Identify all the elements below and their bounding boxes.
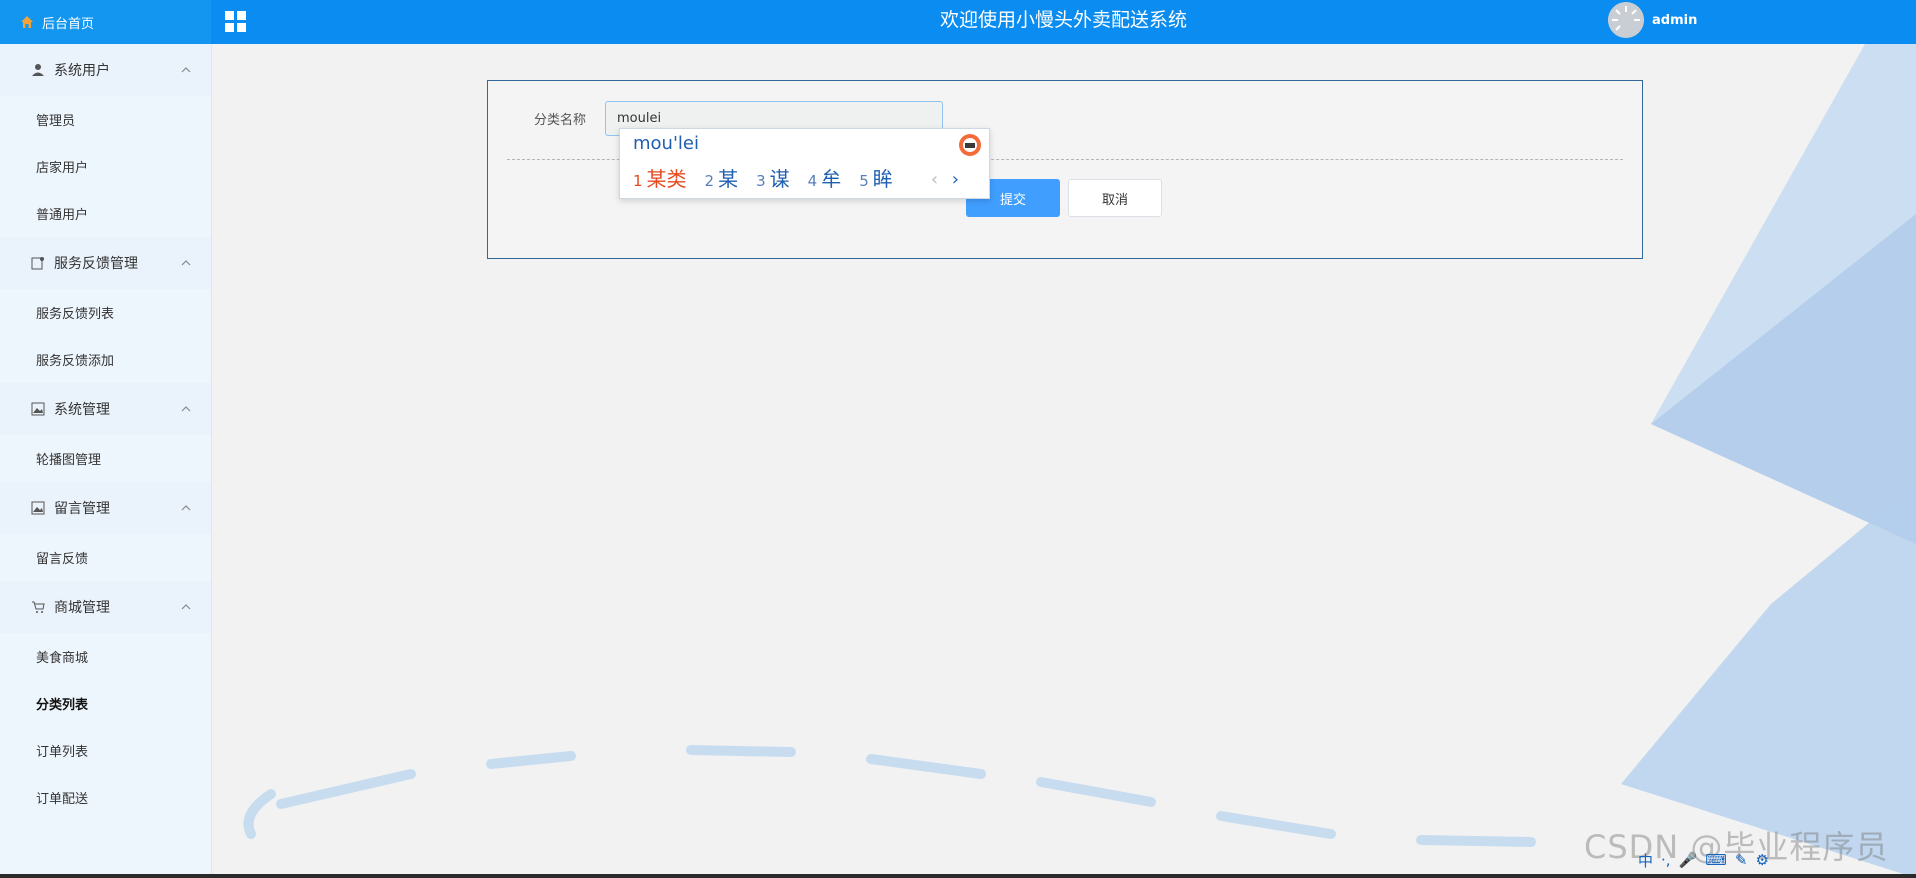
sidebar-item[interactable]: 订单配送 [0, 774, 211, 821]
sidebar-item[interactable]: 管理员 [0, 96, 211, 143]
tray-item[interactable]: ⚙ [1755, 851, 1768, 869]
top-bar: 欢迎使用小慢头外卖配送系统 admin [211, 0, 1916, 44]
ime-candidate-number: 1 [633, 172, 643, 190]
sidebar-item[interactable]: 店家用户 [0, 143, 211, 190]
ime-pinyin: mou'lei [633, 133, 699, 154]
sidebar-item[interactable]: 订单列表 [0, 727, 211, 774]
sidebar-group-label: 留言管理 [54, 501, 110, 517]
sidebar-item[interactable]: 分类列表 [0, 680, 211, 727]
image-icon [30, 401, 46, 417]
sidebar-brand-home[interactable]: 后台首页 [0, 0, 211, 44]
sidebar-group[interactable]: 留言管理 [0, 482, 211, 534]
ime-next-icon[interactable]: › [952, 169, 959, 190]
home-icon [20, 15, 34, 29]
user-icon [30, 62, 46, 78]
ime-candidate-text: 某类 [646, 167, 687, 191]
ime-prev-icon[interactable]: ‹ [931, 169, 938, 190]
ime-candidate[interactable]: 3谋 [756, 163, 790, 192]
ime-candidate-number: 2 [704, 172, 715, 190]
tray-item[interactable]: 🎤 [1679, 851, 1698, 869]
avatar[interactable] [1608, 2, 1644, 38]
ime-candidate-popup: mou'lei 1 某类 2 某 3 谋 4 牟 5 眸 ‹ › [619, 128, 990, 199]
ime-candidate-text: 眸 [872, 167, 893, 191]
feedback-icon [30, 255, 46, 271]
sidebar-group-label: 商城管理 [54, 600, 110, 616]
ime-candidate[interactable]: 4牟 [808, 163, 842, 192]
chevron-up-icon [181, 501, 191, 511]
ime-logo-icon[interactable] [958, 133, 982, 157]
brand-label: 后台首页 [42, 16, 95, 32]
chevron-up-icon [181, 256, 191, 266]
sidebar-group-label: 系统用户 [54, 63, 110, 79]
category-name-label: 分类名称 [534, 113, 587, 128]
ime-candidate-number: 4 [807, 172, 818, 190]
sidebar-group[interactable]: 系统管理 [0, 383, 211, 435]
tray-item[interactable]: ⌨ [1705, 851, 1727, 869]
sidebar-group-label: 系统管理 [54, 402, 110, 418]
ime-candidates: 1 某类 2 某 3 谋 4 牟 5 眸 [633, 163, 893, 192]
sidebar-item[interactable]: 服务反馈列表 [0, 289, 211, 336]
sidebar-item[interactable]: 美食商城 [0, 633, 211, 680]
ime-candidate-number: 3 [756, 172, 766, 190]
tray-item[interactable]: ·, [1661, 851, 1671, 869]
tray-item[interactable]: 中 [1638, 850, 1653, 871]
sidebar-group[interactable]: 商城管理 [0, 581, 211, 633]
tray-item[interactable]: ✎ [1735, 851, 1748, 869]
sidebar-item[interactable]: 普通用户 [0, 190, 211, 237]
sidebar-group[interactable]: 服务反馈管理 [0, 237, 211, 289]
sidebar-group[interactable]: 系统用户 [0, 44, 211, 96]
chevron-up-icon [181, 402, 191, 412]
cart-icon [30, 599, 46, 615]
image-icon [30, 500, 46, 516]
ime-candidate[interactable]: 1 某类 [633, 163, 687, 192]
sidebar-group-label: 服务反馈管理 [54, 256, 138, 272]
ime-pager: ‹ › [931, 169, 959, 190]
username[interactable]: admin [1652, 13, 1697, 28]
cancel-button[interactable]: 取消 [1068, 179, 1162, 217]
chevron-up-icon [181, 600, 191, 610]
ime-candidate-number: 5 [859, 172, 869, 190]
taskbar-edge [0, 874, 1916, 878]
sidebar-item[interactable]: 轮播图管理 [0, 435, 211, 482]
sidebar-item[interactable]: 服务反馈添加 [0, 336, 211, 383]
ime-candidate-text: 牟 [821, 167, 842, 191]
ime-candidate[interactable]: 2某 [705, 163, 739, 192]
sidebar-item[interactable]: 留言反馈 [0, 534, 211, 581]
sidebar-menu: 系统用户管理员 店家用户 普通用户服务反馈管理服务反馈列表 服务反馈添加系统管理轮播图… [0, 44, 211, 821]
sidebar: 后台首页 系统用户 管理员 店家用户 普通用户 服务反馈管理 服务反馈列表 服务反馈添加 系统… [0, 0, 212, 874]
ime-tray: 中 ·, 🎤 ⌨ ✎ ⚙ [1638, 846, 1916, 874]
ime-candidate-text: 某 [718, 167, 739, 191]
chevron-up-icon [181, 63, 191, 73]
ime-candidate-text: 谋 [769, 167, 790, 191]
ime-candidate[interactable]: 5眸 [859, 163, 893, 192]
